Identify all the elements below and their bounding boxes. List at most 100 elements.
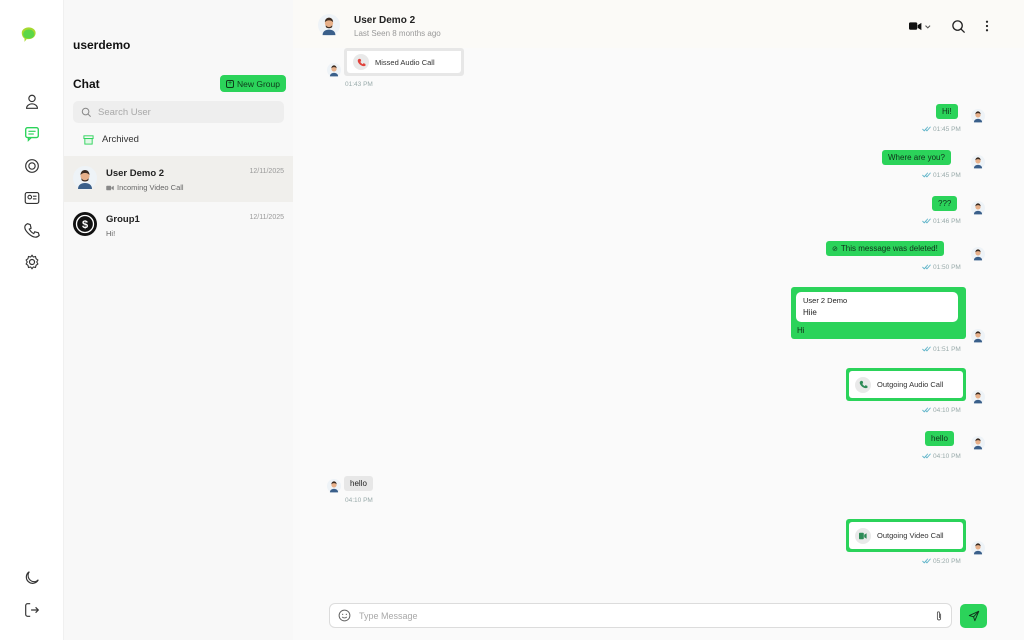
message-time: 01:51 PM bbox=[933, 346, 961, 353]
video-call-icon bbox=[106, 185, 114, 190]
search-icon bbox=[81, 107, 91, 117]
message-text: Hi bbox=[797, 326, 805, 335]
chat-item-name: Group1 bbox=[106, 214, 140, 225]
avatar bbox=[971, 436, 985, 450]
archived-link[interactable]: Archived bbox=[83, 134, 139, 145]
quoted-author: User 2 Demo bbox=[803, 296, 848, 305]
plus-icon: + bbox=[226, 79, 234, 88]
conversation-header: User Demo 2 Last Seen 8 months ago bbox=[293, 0, 1024, 48]
search-input[interactable] bbox=[98, 106, 268, 118]
message-time: 04:10 PM bbox=[933, 407, 961, 414]
chat-heading: Chat bbox=[73, 77, 100, 91]
chat-app: userdemo Chat + New Group Archived User … bbox=[0, 0, 1024, 640]
contact-avatar[interactable] bbox=[318, 14, 340, 36]
avatar bbox=[73, 166, 97, 190]
deleted-message-bubble[interactable]: ⊘ This message was deleted! bbox=[826, 241, 944, 256]
calls-icon[interactable] bbox=[22, 220, 42, 240]
new-group-label: New Group bbox=[237, 78, 280, 89]
nav-rail bbox=[0, 0, 64, 640]
message-time: 01:45 PM bbox=[933, 172, 961, 179]
more-options-button[interactable] bbox=[979, 18, 995, 34]
status-icon[interactable] bbox=[22, 156, 42, 176]
message-bubble[interactable]: Where are you? bbox=[882, 150, 951, 165]
avatar bbox=[971, 329, 985, 343]
quoted-message[interactable]: User 2 Demo Hiie bbox=[796, 292, 958, 322]
message-composer bbox=[329, 603, 952, 628]
message-input[interactable] bbox=[359, 610, 927, 621]
attachment-icon[interactable] bbox=[935, 610, 943, 622]
archive-icon bbox=[83, 135, 94, 145]
app-logo-icon bbox=[19, 26, 45, 52]
avatar bbox=[971, 109, 985, 123]
avatar bbox=[971, 201, 985, 215]
message-time: 01:50 PM bbox=[933, 264, 961, 271]
contact-name: User Demo 2 bbox=[354, 15, 416, 26]
avatar bbox=[971, 390, 985, 404]
message-list: Missed Audio Call 01:43 PM Hi! 01:45 PM … bbox=[293, 48, 1024, 598]
message-time: 04:10 PM bbox=[345, 497, 373, 504]
avatar bbox=[327, 63, 341, 77]
double-check-icon bbox=[922, 218, 931, 224]
send-button[interactable] bbox=[960, 604, 987, 628]
contacts-icon[interactable] bbox=[22, 188, 42, 208]
dark-mode-icon[interactable] bbox=[22, 568, 42, 588]
profile-icon[interactable] bbox=[22, 92, 42, 112]
message-time: 01:43 PM bbox=[345, 81, 373, 88]
message-time: 01:46 PM bbox=[933, 218, 961, 225]
deleted-icon: ⊘ bbox=[832, 245, 838, 253]
message-bubble[interactable]: Hi! bbox=[936, 104, 958, 119]
message-text: Outgoing Video Call bbox=[877, 531, 944, 540]
chat-item-date: 12/11/2025 bbox=[249, 214, 284, 221]
new-group-button[interactable]: + New Group bbox=[220, 75, 286, 92]
settings-icon[interactable] bbox=[22, 252, 42, 272]
double-check-icon bbox=[922, 346, 931, 352]
outgoing-video-call-card[interactable]: Outgoing Video Call bbox=[846, 519, 966, 552]
conversation-panel: User Demo 2 Last Seen 8 months ago Misse… bbox=[293, 0, 1024, 640]
outgoing-audio-call-card[interactable]: Outgoing Audio Call bbox=[846, 368, 966, 401]
double-check-icon bbox=[922, 407, 931, 413]
send-icon bbox=[968, 610, 979, 622]
search-box bbox=[73, 101, 284, 123]
video-camera-icon bbox=[855, 527, 871, 544]
chat-item-date: 12/11/2025 bbox=[249, 168, 284, 175]
double-check-icon bbox=[922, 172, 931, 178]
double-check-icon bbox=[922, 264, 931, 270]
video-camera-icon bbox=[909, 21, 931, 30]
kebab-menu-icon bbox=[985, 20, 989, 32]
archived-label: Archived bbox=[102, 134, 139, 145]
search-icon bbox=[951, 19, 965, 33]
message-bubble[interactable]: ??? bbox=[932, 196, 958, 211]
chat-item-preview: Hi! bbox=[106, 229, 116, 238]
avatar bbox=[971, 247, 985, 261]
message-text: Outgoing Audio Call bbox=[877, 380, 944, 389]
avatar bbox=[327, 479, 341, 493]
phone-icon bbox=[855, 376, 871, 393]
double-check-icon bbox=[922, 126, 931, 132]
chat-item[interactable]: $ Group1 Hi! 12/11/2025 bbox=[64, 202, 293, 248]
message-text: This message was deleted! bbox=[840, 244, 938, 253]
message-text: Missed Audio Call bbox=[375, 57, 435, 67]
message-time: 05:20 PM bbox=[933, 558, 961, 565]
logout-icon[interactable] bbox=[22, 600, 42, 620]
chat-item-name: User Demo 2 bbox=[106, 168, 165, 179]
group-avatar: $ bbox=[73, 212, 97, 236]
svg-text:$: $ bbox=[82, 219, 88, 231]
missed-call-icon bbox=[353, 54, 369, 70]
avatar bbox=[971, 541, 985, 555]
chat-item-preview: Incoming Video Call bbox=[117, 183, 184, 192]
current-username: userdemo bbox=[73, 38, 131, 52]
chat-item[interactable]: User Demo 2 Incoming Video Call 12/11/20… bbox=[64, 156, 293, 202]
message-time: 04:10 PM bbox=[933, 453, 961, 460]
message-bubble[interactable]: hello bbox=[925, 431, 954, 446]
message-time: 01:45 PM bbox=[933, 126, 961, 133]
last-seen-status: Last Seen 8 months ago bbox=[354, 29, 441, 38]
reply-message-bubble[interactable]: User 2 Demo Hiie Hi bbox=[791, 287, 966, 339]
double-check-icon bbox=[922, 558, 931, 564]
chat-icon[interactable] bbox=[22, 124, 42, 144]
message-bubble[interactable]: hello bbox=[344, 476, 373, 491]
search-messages-button[interactable] bbox=[950, 18, 966, 34]
emoji-icon[interactable] bbox=[338, 609, 351, 622]
video-call-button[interactable] bbox=[907, 18, 933, 34]
missed-call-card[interactable]: Missed Audio Call bbox=[344, 48, 464, 76]
double-check-icon bbox=[922, 453, 931, 459]
